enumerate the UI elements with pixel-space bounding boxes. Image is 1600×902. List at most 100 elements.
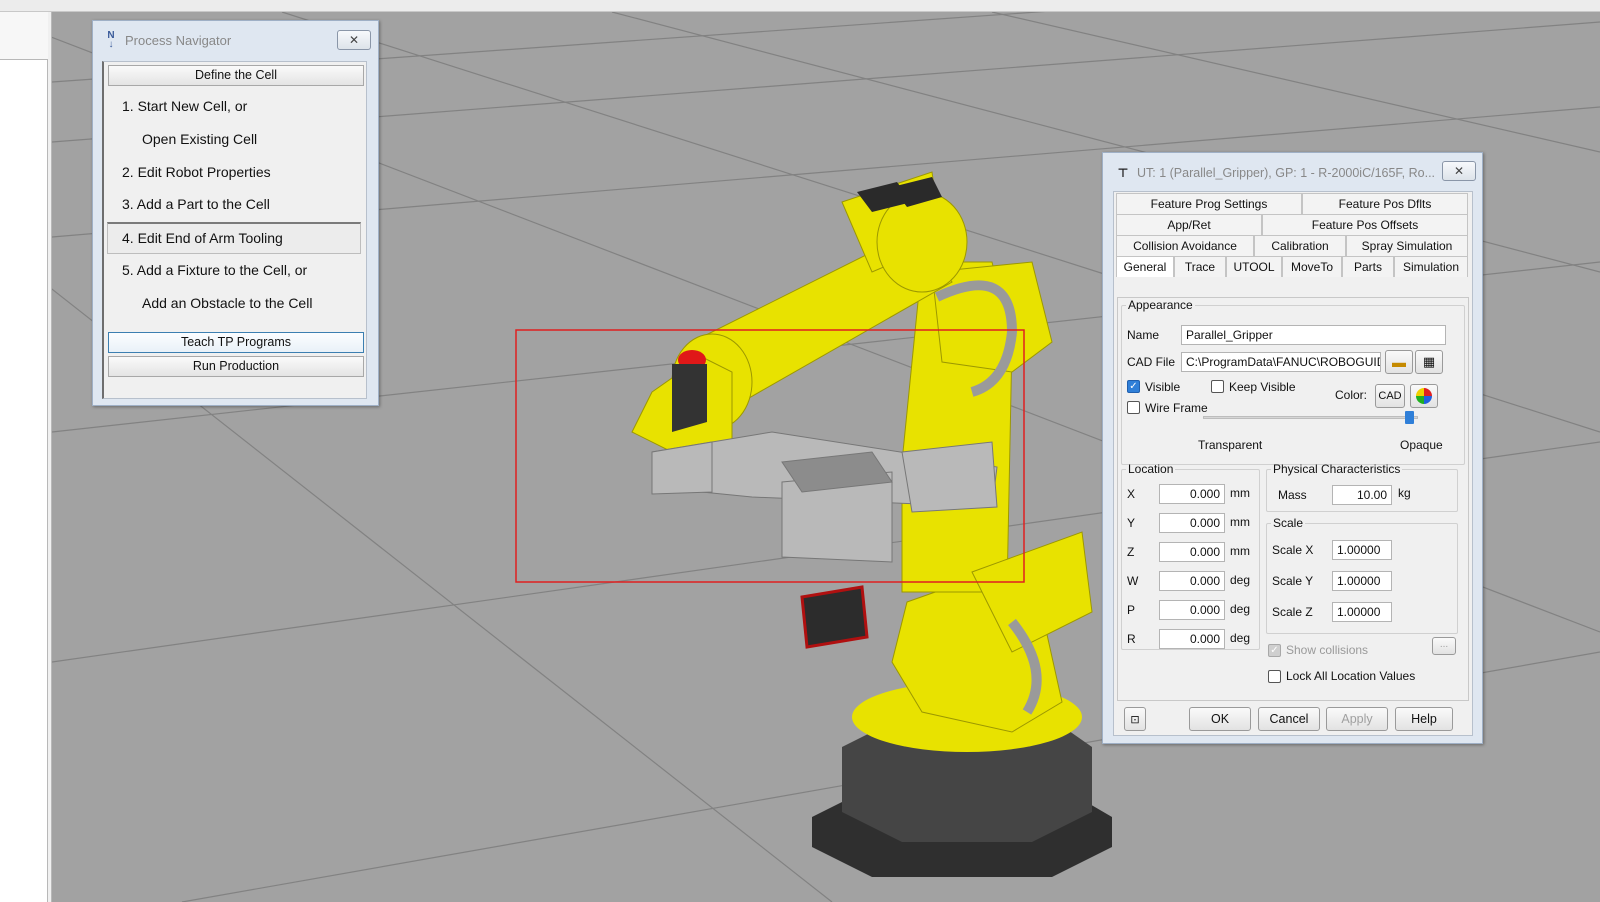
define-cell-button[interactable]: Define the Cell (108, 65, 364, 86)
tab-feature-pos-offsets[interactable]: Feature Pos Offsets (1262, 214, 1468, 235)
tool-properties-window: ⊤ UT: 1 (Parallel_Gripper), GP: 1 - R-20… (1102, 152, 1483, 744)
appearance-legend: Appearance (1128, 298, 1193, 312)
tab-parts[interactable]: Parts (1342, 256, 1394, 277)
left-panel-tree[interactable] (0, 60, 48, 902)
location-legend: Location (1128, 462, 1174, 476)
process-navigator-titlebar: N ↓ Process Navigator (93, 21, 378, 59)
cad-color-button[interactable]: CAD (1375, 384, 1405, 408)
tab-trace[interactable]: Trace (1174, 256, 1226, 277)
cad-library-button[interactable]: ▦ (1415, 350, 1443, 374)
location-unit-label: deg (1230, 573, 1251, 587)
location-unit-label: mm (1230, 515, 1250, 529)
tab-simulation[interactable]: Simulation (1394, 256, 1468, 277)
tool-dialog-titlebar: ⊤ UT: 1 (Parallel_Gripper), GP: 1 - R-20… (1103, 153, 1482, 193)
help-button[interactable]: Help (1395, 707, 1453, 731)
step-add-part[interactable]: 3. Add a Part to the Cell (122, 196, 270, 212)
cad-file-field[interactable]: C:\ProgramData\FANUC\ROBOGUIDE\ (1181, 352, 1381, 372)
show-collisions-label: Show collisions (1286, 643, 1369, 657)
color-label: Color: (1335, 388, 1368, 402)
tab-collision-avoidance[interactable]: Collision Avoidance (1116, 235, 1254, 256)
step-open-existing-cell[interactable]: Open Existing Cell (142, 131, 257, 147)
tab-feature-prog-settings[interactable]: Feature Prog Settings (1116, 193, 1302, 214)
wire-frame-checkbox[interactable] (1127, 401, 1140, 414)
left-panel (0, 12, 52, 902)
visible-checkbox[interactable]: ✓ (1127, 380, 1140, 393)
general-tab-panel: Appearance Name Parallel_Gripper CAD Fil… (1117, 297, 1469, 701)
keep-visible-checkbox[interactable] (1211, 380, 1224, 393)
tab-app-ret[interactable]: App/Ret (1116, 214, 1262, 235)
tool-icon: ⊤ (1117, 165, 1129, 180)
tab-spray-simulation[interactable]: Spray Simulation (1346, 235, 1468, 256)
close-icon: ✕ (1453, 164, 1465, 178)
apply-button[interactable]: Apply (1326, 707, 1388, 731)
tab-utool[interactable]: UTOOL (1226, 256, 1282, 277)
close-button[interactable]: ✕ (337, 30, 371, 50)
tab-moveto[interactable]: MoveTo (1282, 256, 1342, 277)
tab-calibration[interactable]: Calibration (1254, 235, 1346, 256)
process-navigator-title: Process Navigator (125, 32, 232, 48)
top-toolbar (0, 0, 1600, 12)
location-value-field[interactable]: 0.000 (1159, 571, 1225, 591)
left-panel-header (0, 12, 48, 60)
ok-button[interactable]: OK (1189, 707, 1251, 731)
lock-all-location-checkbox[interactable] (1268, 670, 1281, 683)
step-start-new-cell[interactable]: 1. Start New Cell, or (122, 98, 247, 114)
step-add-fixture[interactable]: 5. Add a Fixture to the Cell, or (122, 262, 307, 278)
scale-axis-label: Scale X (1272, 543, 1314, 557)
opacity-slider-thumb[interactable] (1405, 411, 1415, 424)
tool-dialog-body: Feature Prog Settings Feature Pos Dflts … (1113, 191, 1473, 736)
collisions-more-button[interactable]: ... (1432, 637, 1456, 655)
cancel-button[interactable]: Cancel (1258, 707, 1320, 731)
transparent-label: Transparent (1198, 438, 1263, 452)
tool-dialog-close-button[interactable]: ✕ (1442, 161, 1476, 181)
opaque-label: Opaque (1400, 438, 1443, 452)
location-unit-label: mm (1230, 486, 1250, 500)
location-value-field[interactable]: 0.000 (1159, 484, 1225, 504)
location-unit-label: deg (1230, 602, 1251, 616)
location-value-field[interactable]: 0.000 (1159, 600, 1225, 620)
scale-value-field[interactable]: 1.00000 (1332, 540, 1392, 560)
color-picker-button[interactable] (1410, 384, 1438, 408)
process-navigator-window: N ↓ Process Navigator ✕ Define the Cell 1… (92, 20, 379, 406)
process-navigator-body: Define the Cell 1. Start New Cell, or Op… (102, 61, 367, 399)
tool-dialog-title: UT: 1 (Parallel_Gripper), GP: 1 - R-2000… (1137, 166, 1436, 180)
cad-file-label: CAD File (1127, 355, 1176, 369)
location-unit-label: mm (1230, 544, 1250, 558)
scale-value-field[interactable]: 1.00000 (1332, 571, 1392, 591)
scale-axis-label: Scale Y (1272, 574, 1314, 588)
library-icon: ▦ (1422, 354, 1436, 369)
location-value-field[interactable]: 0.000 (1159, 542, 1225, 562)
location-axis-label: P (1127, 603, 1136, 617)
scale-legend: Scale (1273, 516, 1304, 530)
step-edit-robot-properties[interactable]: 2. Edit Robot Properties (122, 164, 271, 180)
navigator-icon: N ↓ (107, 30, 115, 50)
wire-frame-label: Wire Frame (1145, 401, 1208, 415)
location-axis-label: X (1127, 487, 1136, 501)
location-unit-label: deg (1230, 631, 1251, 645)
show-collisions-checkbox[interactable]: ✓ (1268, 644, 1281, 657)
keep-visible-label: Keep Visible (1229, 380, 1296, 394)
tab-general[interactable]: General (1116, 256, 1174, 277)
lock-all-location-label: Lock All Location Values (1286, 669, 1416, 683)
tab-feature-pos-dflts[interactable]: Feature Pos Dflts (1302, 193, 1468, 214)
mass-field[interactable]: 10.00 (1332, 485, 1392, 505)
step-edit-eoat[interactable]: 4. Edit End of Arm Tooling (107, 222, 361, 254)
folder-icon: ▬ (1392, 354, 1406, 370)
browse-folder-button[interactable]: ▬ (1385, 350, 1413, 374)
visible-label: Visible (1145, 380, 1181, 394)
location-value-field[interactable]: 0.000 (1159, 513, 1225, 533)
mass-label: Mass (1278, 488, 1307, 502)
opacity-slider-track[interactable] (1203, 416, 1418, 419)
step-add-obstacle[interactable]: Add an Obstacle to the Cell (142, 295, 312, 311)
location-axis-label: W (1127, 574, 1139, 588)
color-wheel-icon (1416, 388, 1432, 404)
location-axis-label: Z (1127, 545, 1135, 559)
lock-window-button[interactable]: ⊡ (1124, 707, 1146, 731)
run-production-button[interactable]: Run Production (108, 356, 364, 377)
location-value-field[interactable]: 0.000 (1159, 629, 1225, 649)
mass-unit: kg (1398, 486, 1411, 500)
name-field[interactable]: Parallel_Gripper (1181, 325, 1446, 345)
teach-tp-programs-button[interactable]: Teach TP Programs (108, 332, 364, 353)
close-icon: ✕ (348, 33, 360, 47)
scale-value-field[interactable]: 1.00000 (1332, 602, 1392, 622)
